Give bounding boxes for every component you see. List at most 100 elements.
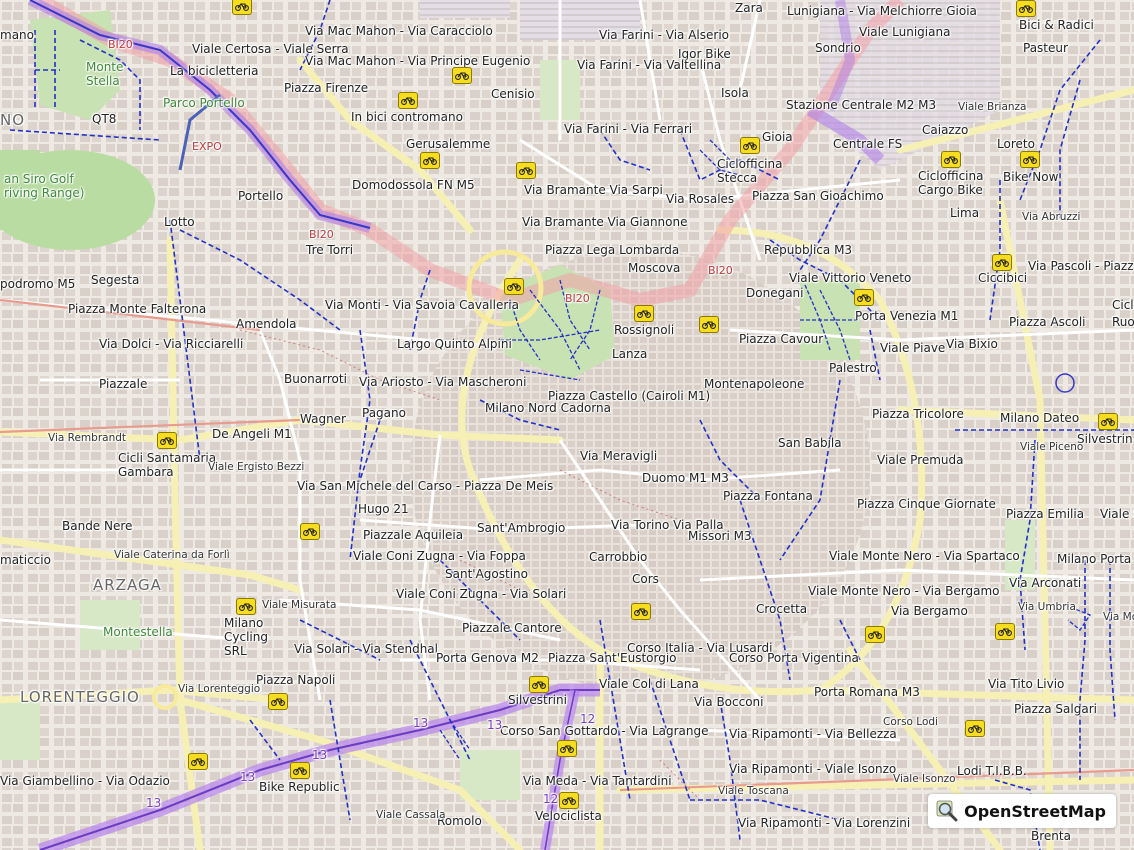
map-label-monte-nero-spartaco: Viale Monte Nero - Via Spartaco	[829, 549, 1020, 563]
bicycle-shop-icon[interactable]	[865, 626, 885, 643]
map-label-bike-now: Bike Now	[1003, 170, 1059, 184]
map-label-piazza-tricolore: Piazza Tricolore	[872, 407, 964, 421]
map-label-viale-piceno: Viale Piceno	[1020, 441, 1084, 453]
map-label-brenta: Brenta	[1031, 829, 1071, 843]
map-label-segesta: Segesta	[91, 273, 140, 287]
map-label-piazzale-cantore: Piazzale Cantore	[462, 621, 562, 635]
map-label-buonarroti: Buonarroti	[284, 372, 347, 386]
map-label-palestro: Palestro	[829, 361, 877, 375]
bicycle-shop-icon[interactable]	[965, 720, 985, 737]
bicycle-shop-icon[interactable]	[157, 432, 177, 449]
bicycle-shop-icon[interactable]	[398, 92, 418, 109]
map-label-santambrogio: Sant'Ambrogio	[477, 521, 566, 535]
bicycle-shop-icon[interactable]	[740, 137, 760, 154]
map-label-ciccibici: Ciccibici	[978, 271, 1028, 285]
map-label-ciclofficina-stecca: Ciclofficina Stecca	[717, 157, 783, 185]
bicycle-shop-icon[interactable]	[300, 523, 320, 540]
map-label-cinque-giornate: Piazza Cinque Giornate	[857, 497, 996, 511]
map-label-no: NO	[0, 111, 26, 129]
map-label-donegani: Donegani	[746, 286, 804, 300]
bicycle-shop-icon[interactable]	[1016, 0, 1036, 17]
bicycle-shop-icon[interactable]	[992, 254, 1012, 271]
map-label-r13-e: 13	[146, 796, 162, 810]
map-canvas[interactable]: Viale Certosa - Viale Serra La biciclette…	[0, 0, 1134, 850]
map-label-porta-genova: Porta Genova M2	[436, 651, 539, 665]
map-label-r13-b: 13	[487, 718, 503, 732]
bicycle-shop-icon[interactable]	[634, 305, 654, 322]
map-label-porta-venezia: Porta Venezia M1	[855, 309, 959, 323]
map-label-viale-col-di-lana: Viale Col di Lana	[599, 677, 699, 691]
map-label-porta-romana: Porta Romana M3	[814, 685, 920, 699]
bicycle-shop-icon[interactable]	[516, 162, 536, 179]
map-label-ruo: Ruo	[1112, 315, 1134, 329]
bicycle-shop-icon[interactable]	[420, 152, 440, 169]
map-label-ciclis: Ciclis	[1112, 298, 1134, 312]
map-label-piazzale: Piazzale	[99, 377, 148, 391]
map-label-via-solari-stendhal: Via Solari - Via Stendhal	[294, 642, 438, 656]
bicycle-shop-icon[interactable]	[699, 316, 719, 333]
map-label-loreto: Loreto	[997, 137, 1035, 151]
bicycle-shop-icon[interactable]	[188, 753, 208, 770]
map-label-via-meda: Via Meda - Via Tantardini	[523, 774, 672, 788]
bicycle-shop-icon[interactable]	[854, 289, 874, 306]
map-label-viale-brianza: Viale Brianza	[958, 101, 1027, 113]
map-label-bicicletteria: La bicicletteria	[170, 64, 259, 78]
map-label-de-angeli: De Angeli M1	[212, 427, 292, 441]
map-label-pasteur: Pasteur	[1023, 41, 1068, 55]
map-label-centrale-fs: Centrale FS	[833, 137, 903, 151]
map-label-domodossola: Domodossola FN M5	[352, 178, 475, 192]
bicycle-shop-icon[interactable]	[1020, 151, 1040, 168]
map-label-in-bici-contromano: In bici contromano	[351, 110, 463, 124]
map-label-piazza-monte-falterona: Piazza Monte Falterona	[68, 302, 207, 316]
map-label-piazza-san-gioachimo: Piazza San Gioachimo	[752, 189, 884, 203]
map-label-farini-ferrari: Via Farini - Via Ferrari	[564, 122, 693, 136]
bicycle-shop-icon[interactable]	[941, 151, 961, 168]
map-label-ciclofficina-cargo: Ciclofficina Cargo Bike	[918, 169, 984, 197]
map-label-velociclista: Velociclista	[535, 809, 602, 823]
bicycle-shop-icon[interactable]	[529, 676, 549, 693]
map-label-piazza-fontana: Piazza Fontana	[723, 489, 813, 503]
map-label-ripamonti-lorenzini: Via Ripamonti - Via Lorenzini	[738, 816, 911, 830]
map-label-pagano: Pagano	[362, 406, 406, 420]
map-label-sondrio: Sondrio	[815, 41, 861, 55]
bicycle-shop-icon[interactable]	[268, 693, 288, 710]
map-label-bande-nere: Bande Nere	[62, 519, 133, 533]
openstreetmap-attribution[interactable]: OpenStreetMap	[928, 794, 1116, 828]
bicycle-shop-icon[interactable]	[559, 792, 579, 809]
map-label-ripamonti-bellezza: Via Ripamonti - Via Bellezza	[729, 727, 897, 741]
map-label-macmahon-caracciolo: Via Mac Mahon - Via Caracciolo	[305, 24, 493, 38]
map-label-farini-valtellina: Via Farini - Via Valtellina	[577, 58, 722, 72]
map-label-bi20-d: BI20	[708, 264, 733, 277]
map-label-viale-caterina: Viale Caterina da Forlì	[114, 549, 230, 561]
map-label-milano-porta: Milano Porta	[1057, 552, 1132, 566]
map-label-lotto: Lotto	[164, 215, 195, 229]
map-label-repubblica: Repubblica M3	[764, 243, 853, 257]
map-label-piazza-emilia: Piazza Emilia	[1006, 507, 1085, 521]
map-label-via-lorenteggio: Via Lorenteggio	[178, 683, 261, 695]
bicycle-shop-icon[interactable]	[232, 0, 252, 15]
bicycle-shop-icon[interactable]	[236, 598, 256, 615]
map-label-bike-republic: Bike Republic	[259, 780, 340, 794]
map-label-san-babila: San Babila	[778, 436, 842, 450]
map-label-viale-ergisto-bezzi: Viale Ergisto Bezzi	[208, 461, 305, 473]
map-label-mano: mano	[0, 28, 34, 42]
bicycle-shop-icon[interactable]	[995, 623, 1015, 640]
bicycle-shop-icon[interactable]	[1098, 413, 1118, 430]
bicycle-shop-icon[interactable]	[452, 67, 472, 84]
map-label-via-meravigli: Via Meravigli	[580, 449, 658, 463]
bicycle-shop-icon[interactable]	[504, 278, 524, 295]
bicycle-shop-icon[interactable]	[631, 603, 651, 620]
map-label-bici-radici: Bici & Radici	[1019, 18, 1094, 32]
map-label-viale-toscana: Viale Toscana	[718, 785, 789, 797]
map-label-via-rosales: Via Rosales	[666, 192, 735, 206]
map-label-piazza-firenze: Piazza Firenze	[284, 81, 369, 95]
map-label-r13-a: 13	[413, 716, 429, 730]
map-label-via-umbria: Via Umbria	[1018, 601, 1076, 613]
bicycle-shop-icon[interactable]	[557, 740, 577, 757]
map-label-via-abruzzi: Via Abruzzi	[1022, 211, 1081, 223]
bicycle-shop-icon[interactable]	[290, 762, 310, 779]
map-label-zara: Zara	[735, 1, 763, 15]
map-label-via-molise: Via Molise	[1103, 611, 1134, 623]
map-label-arzaga: ARZAGA	[93, 576, 162, 594]
map-label-milano-dateo: Milano Dateo	[1000, 411, 1080, 425]
